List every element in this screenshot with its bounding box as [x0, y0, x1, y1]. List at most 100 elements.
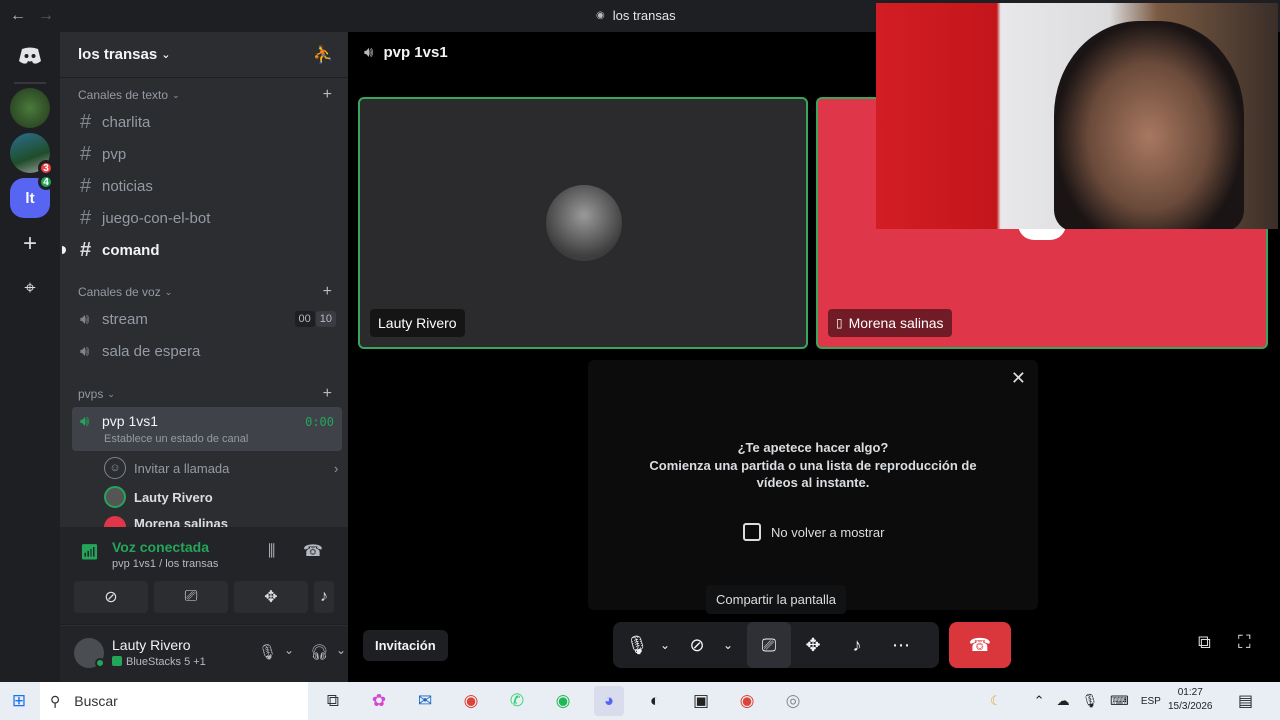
video-tile-lauty[interactable]: Lauty Rivero — [358, 97, 808, 349]
language-indicator[interactable]: ESP — [1141, 696, 1161, 707]
participant-nametag: Lauty Rivero — [370, 309, 465, 337]
microphone-icon[interactable]: 🎙︎ — [258, 643, 277, 661]
category-label: Canales de voz — [78, 285, 161, 299]
channel-charlita[interactable]: # charlita — [72, 107, 342, 137]
user-activity: BlueStacks 5 +1 — [126, 656, 206, 668]
screen-share-button[interactable]: ⎚ — [747, 622, 791, 668]
voice-location[interactable]: pvp 1vs1 / los transas — [112, 558, 218, 570]
activities-button[interactable]: ✥ — [791, 622, 835, 668]
chevron-down-icon[interactable]: ⌄ — [336, 643, 346, 657]
voice-channel-pvp-1vs1[interactable]: 🔊︎ pvp 1vs1 0:00 Establece un estado de … — [72, 407, 342, 451]
disconnect-button[interactable]: ☎ — [949, 622, 1011, 668]
window-status-icon: ◉ — [596, 10, 605, 21]
camera-button[interactable]: ⊘ — [74, 581, 148, 613]
add-channel-icon[interactable]: + — [323, 86, 332, 104]
chevron-down-icon[interactable]: ⌄ — [284, 643, 294, 657]
add-channel-icon[interactable]: + — [323, 385, 332, 403]
chrome-icon[interactable]: ◉ — [456, 686, 486, 716]
back-icon[interactable]: ← — [10, 7, 28, 25]
microphone-icon[interactable]: 🎙︎ — [1082, 693, 1099, 709]
server-green[interactable] — [10, 88, 50, 128]
copilot-icon[interactable]: ✿ — [364, 686, 394, 716]
add-channel-icon[interactable]: + — [323, 283, 332, 301]
discord-home-button[interactable] — [10, 36, 50, 76]
guild-header[interactable]: los transas ⌄ ⛹ — [60, 32, 348, 78]
add-member-icon[interactable]: ⛹ — [313, 45, 334, 65]
microphone-button[interactable]: 🎙︎ — [621, 622, 653, 668]
server-lt[interactable]: lt 4 — [10, 174, 54, 218]
online-status-dot — [95, 658, 105, 668]
channel-comand[interactable]: # comand — [62, 235, 342, 265]
invite-to-call[interactable]: ☺ Invitar a llamada › — [104, 457, 338, 479]
activities-button[interactable]: ✥ — [234, 581, 308, 613]
spotify-icon[interactable]: ◉ — [548, 686, 578, 716]
discord-icon[interactable]: ◕ — [594, 686, 624, 716]
camera-button[interactable]: ⊘ — [677, 622, 717, 668]
disconnect-icon[interactable]: ☎ — [303, 541, 323, 561]
add-server-button[interactable]: + — [10, 224, 50, 264]
clock[interactable]: 01:27 15/3/2026 — [1168, 686, 1213, 714]
weather-icon[interactable]: ☾ — [990, 693, 1002, 709]
category-label: Canales de texto — [78, 88, 169, 102]
voice-channel-sala-de-espera[interactable]: 🔊︎ sala de espera — [72, 336, 342, 366]
taskbar-search[interactable]: ⚲ Buscar — [40, 682, 308, 720]
hang-up-icon: ☎ — [968, 634, 992, 655]
server-list: 3 lt 4 + ⌖ — [0, 32, 60, 682]
soundboard-button[interactable]: ♪ — [314, 581, 334, 613]
user-name[interactable]: Lauty Rivero — [112, 637, 191, 653]
whatsapp-icon[interactable]: ✆ — [502, 686, 532, 716]
network-icon[interactable]: ☁ — [1057, 693, 1070, 709]
keyboard-icon[interactable]: ⌨ — [1110, 693, 1129, 709]
channel-juego-con-el-bot[interactable]: # juego-con-el-bot — [72, 203, 342, 233]
channel-noticias[interactable]: # noticias — [72, 171, 342, 201]
windows-start-icon[interactable]: ⊞ — [4, 686, 34, 716]
chevron-down-icon: ⌄ — [164, 286, 173, 297]
pop-out-icon[interactable]: ⧉ — [1198, 632, 1211, 653]
text-category[interactable]: Canales de texto ⌄ + — [78, 86, 338, 104]
close-icon[interactable]: ✕ — [1011, 368, 1026, 389]
dont-show-again[interactable]: No volver a mostrar — [743, 523, 884, 541]
voice-member-lauty[interactable]: Lauty Rivero — [104, 486, 213, 508]
channel-label: juego-con-el-bot — [102, 209, 211, 227]
more-button[interactable]: ⋯ — [879, 622, 923, 668]
channel-label: pvp — [102, 145, 127, 163]
screen-share-button[interactable]: ⎚ — [154, 581, 228, 613]
checkbox[interactable] — [743, 523, 761, 541]
terminal-icon[interactable]: ▣ — [686, 686, 716, 716]
fullscreen-icon[interactable]: ⛶ — [1238, 632, 1251, 653]
invite-button[interactable]: Invitación — [363, 630, 448, 661]
chrome-profile-icon[interactable]: ◉ — [732, 686, 762, 716]
pvps-category[interactable]: pvps ⌄ + — [78, 385, 338, 403]
voice-category[interactable]: Canales de voz ⌄ + — [78, 283, 338, 301]
channel-sidebar: los transas ⌄ ⛹ Canales de texto ⌄ + # ch… — [60, 32, 348, 682]
channel-status[interactable]: Establece un estado de canal — [104, 433, 248, 445]
soundboard-button[interactable]: ♪ — [835, 622, 879, 668]
task-view-icon[interactable]: ⧉ — [318, 686, 348, 716]
soundboard-icon: ♪ — [852, 634, 862, 655]
hash-thread-icon: # — [80, 174, 92, 197]
discover-button[interactable]: ⌖ — [10, 268, 50, 308]
chevron-down-icon: ⌄ — [722, 638, 734, 652]
speaker-icon: 🔊︎ — [80, 310, 90, 328]
obs-icon[interactable]: ◎ — [778, 686, 808, 716]
outlook-icon[interactable]: ✉ — [410, 686, 440, 716]
invite-label: Invitar a llamada — [134, 460, 230, 476]
speaker-icon: 🔊︎ — [80, 413, 90, 430]
channel-pvp[interactable]: # pvp — [72, 139, 342, 169]
forward-icon[interactable]: → — [38, 7, 56, 25]
avatar — [104, 486, 126, 508]
voice-channel-stream[interactable]: 🔊︎ stream 00 10 — [72, 304, 342, 334]
server-game[interactable]: 3 — [10, 133, 54, 176]
window-title-text: los transas — [612, 8, 676, 23]
notification-icon[interactable]: ▤ — [1238, 691, 1253, 711]
channel-label: pvp 1vs1 — [102, 413, 159, 429]
chevron-up-icon[interactable]: ⌃ — [1034, 693, 1045, 709]
mic-options-button[interactable]: ⌄ — [653, 622, 677, 668]
voice-status[interactable]: Voz conectada — [112, 539, 209, 555]
chevron-right-icon: › — [334, 460, 339, 476]
headphones-icon[interactable]: 🎧︎ — [310, 643, 329, 661]
hash-icon: # — [80, 110, 92, 133]
camera-options-button[interactable]: ⌄ — [717, 622, 739, 668]
noise-suppression-icon[interactable]: ⫼ — [268, 543, 275, 561]
app-icon[interactable]: ◐ — [640, 686, 670, 716]
